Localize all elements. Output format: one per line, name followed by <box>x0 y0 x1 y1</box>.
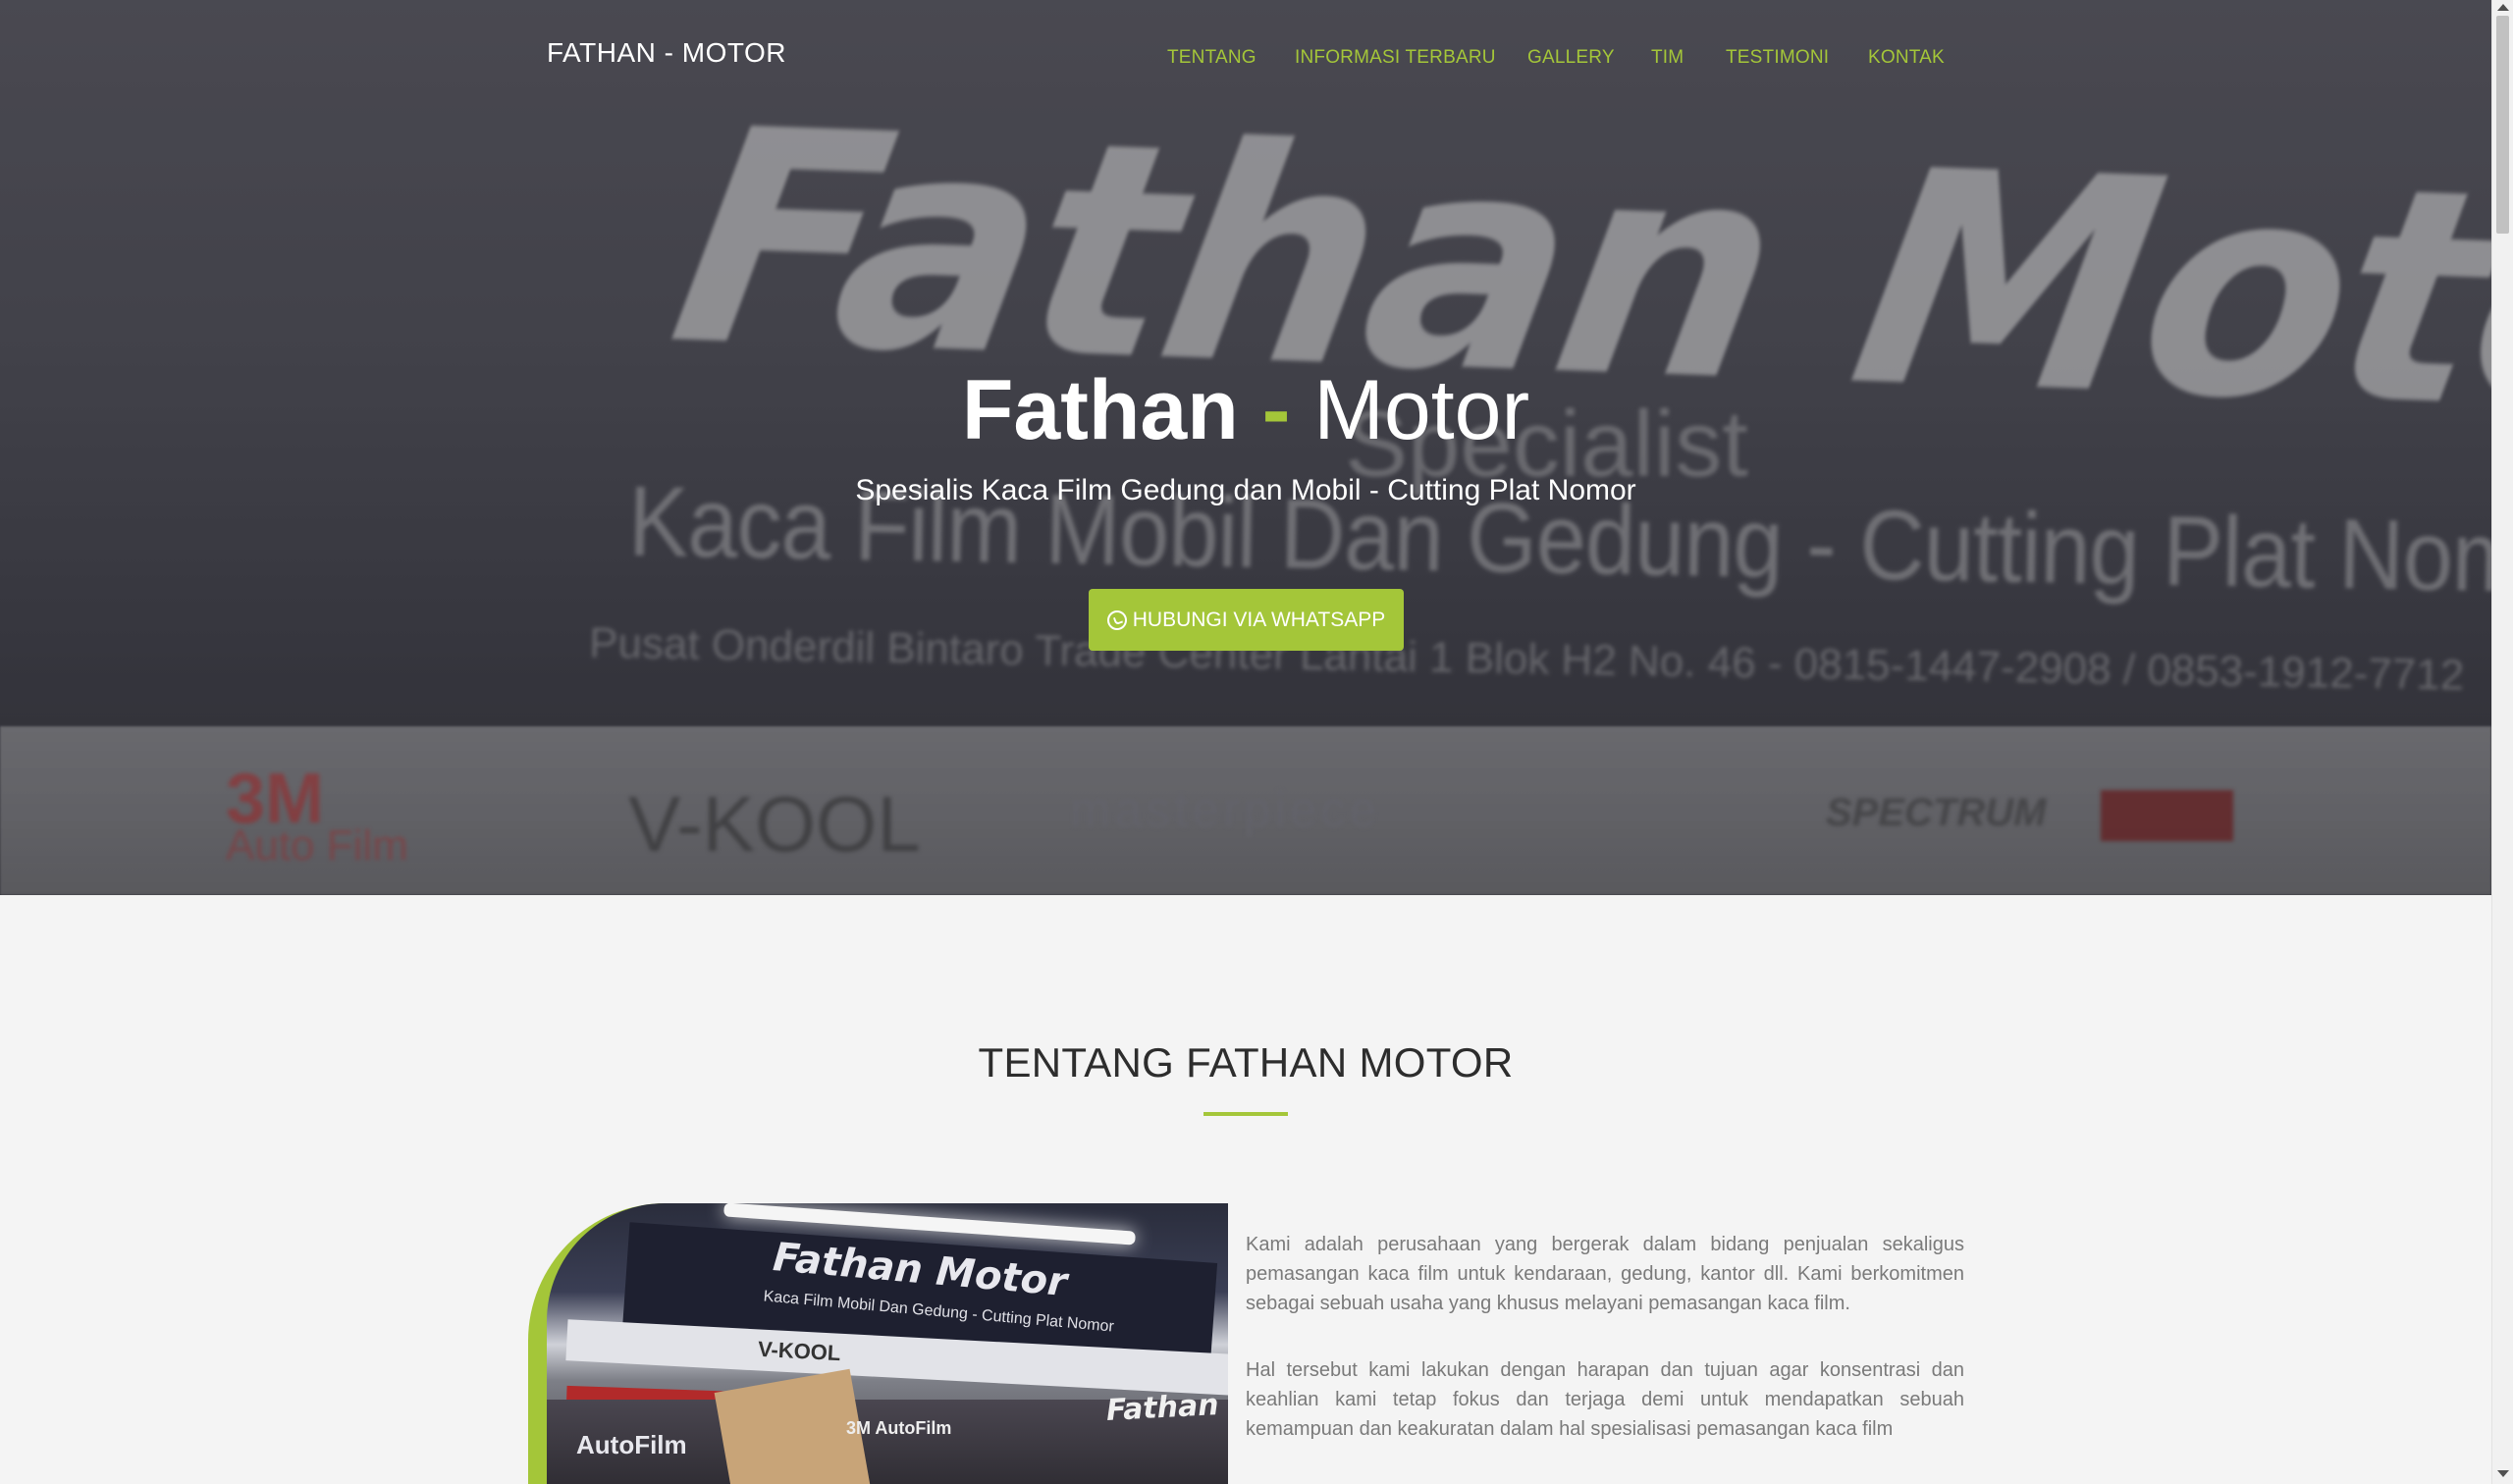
whatsapp-button-label: HUBUNGI VIA WHATSAPP <box>1132 609 1386 631</box>
scroll-thumb[interactable] <box>2496 16 2509 234</box>
hero-section: Fathan Motor Specialist Kaca Film Mobil … <box>0 0 2491 895</box>
nav-testimoni[interactable]: TESTIMONI <box>1726 48 1829 67</box>
whatsapp-icon <box>1106 610 1127 630</box>
about-text: Kami adalah perusahaan yang bergerak dal… <box>1246 1230 1964 1481</box>
brand-link[interactable]: FATHAN - MOTOR <box>547 39 786 67</box>
hero-title-light: Motor <box>1313 363 1530 457</box>
about-paragraph-1: Kami adalah perusahaan yang bergerak dal… <box>1246 1234 1964 1314</box>
hero-title-bold: Fathan <box>961 363 1239 457</box>
hero-title: Fathan - Motor <box>0 368 2491 452</box>
nav-informasi-terbaru[interactable]: INFORMASI TERBARU <box>1295 48 1496 67</box>
page-scrollbar[interactable] <box>2491 0 2513 1484</box>
nav-tim[interactable]: TIM <box>1651 48 1684 67</box>
photo-fathan-sign: Fathan <box>1105 1388 1220 1428</box>
about-title: TENTANG FATHAN MOTOR <box>978 1039 1514 1086</box>
whatsapp-button[interactable]: HUBUNGI VIA WHATSAPP <box>1089 589 1404 651</box>
about-title-underline <box>1203 1112 1288 1116</box>
page: Fathan Motor Specialist Kaca Film Mobil … <box>0 0 2491 1484</box>
scroll-down-arrow-icon[interactable] <box>2497 1470 2509 1477</box>
photo-autofilm-small: 3M AutoFilm <box>846 1418 952 1438</box>
nav-gallery[interactable]: GALLERY <box>1527 48 1615 67</box>
nav-kontak[interactable]: KONTAK <box>1868 48 1945 67</box>
about-paragraph-2: Hal tersebut kami lakukan dengan harapan… <box>1246 1359 1964 1440</box>
about-photo: Fathan Motor Kaca Film Mobil Dan Gedung … <box>547 1203 1228 1484</box>
hero-subtitle: Spesialis Kaca Film Gedung dan Mobil - C… <box>855 474 1636 506</box>
photo-autofilm-sign: AutoFilm <box>576 1430 687 1459</box>
nav-tentang[interactable]: TENTANG <box>1167 48 1256 67</box>
photo-vkool-logo: V-KOOL <box>757 1336 841 1366</box>
scroll-up-arrow-icon[interactable] <box>2497 4 2509 11</box>
hero-title-dash: - <box>1261 363 1291 457</box>
